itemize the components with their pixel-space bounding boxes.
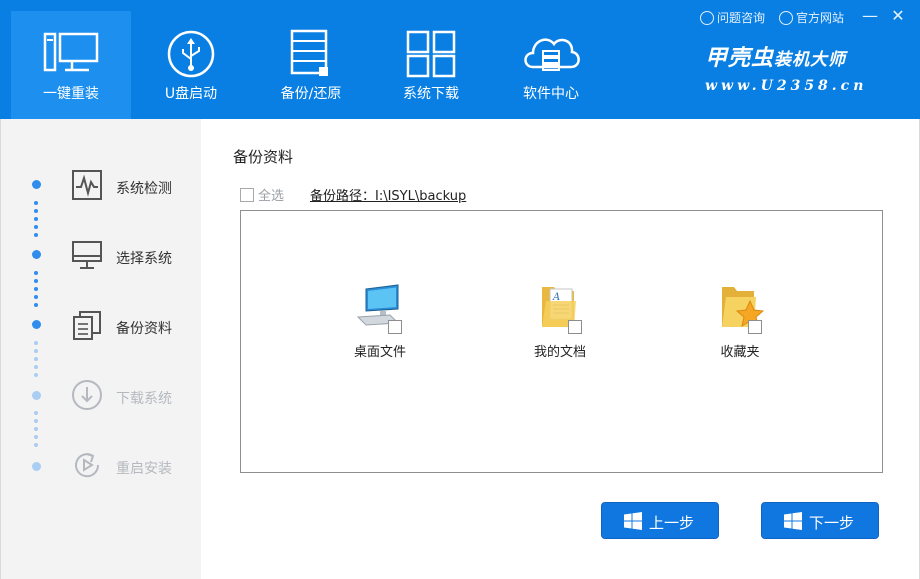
step-dot xyxy=(32,462,41,471)
step-select-system: 选择系统 xyxy=(71,239,191,275)
step-label: 下载系统 xyxy=(116,391,172,407)
page-title: 备份资料 xyxy=(233,148,294,166)
file-item-documents[interactable]: A 我的文档 xyxy=(510,283,610,363)
home-icon xyxy=(779,11,793,25)
track-dot xyxy=(34,419,38,423)
track-dot xyxy=(34,349,38,353)
step-label: 备份资料 xyxy=(116,321,172,337)
select-all-checkbox[interactable]: 全选 xyxy=(240,185,284,204)
windows-icon xyxy=(624,512,642,530)
tab-label: 系统下载 xyxy=(403,86,459,102)
track-dot xyxy=(34,225,38,229)
usb-icon xyxy=(167,30,215,78)
step-dot xyxy=(32,250,41,259)
tab-one-click-reinstall[interactable]: 一键重装 xyxy=(11,11,131,119)
file-item-desktop[interactable]: 桌面文件 xyxy=(330,283,430,363)
track-dot xyxy=(34,287,38,291)
brand-url: www.U2358.cn xyxy=(705,78,868,94)
documents-icon xyxy=(73,311,101,340)
step-backup-data: 备份资料 xyxy=(71,309,191,345)
tab-label: 一键重装 xyxy=(43,86,99,102)
tab-software-center[interactable]: 软件中心 xyxy=(491,11,611,119)
prev-step-button[interactable]: 上一步 xyxy=(601,502,719,539)
track-dot xyxy=(34,411,38,415)
header-bar: 一键重装 U盘启动 备份/还原 系统下载 软件中心 问题咨询 官方网站 — ✕ … xyxy=(0,0,920,119)
track-dot xyxy=(34,233,38,237)
site-label: 官方网站 xyxy=(796,11,845,25)
official-site-link[interactable]: 官方网站 xyxy=(779,9,844,26)
brand-logo: 甲壳虫装机大师 www.U2358.cn xyxy=(705,40,895,100)
track-dot xyxy=(34,373,38,377)
tab-label: 软件中心 xyxy=(523,86,579,102)
download-icon xyxy=(72,380,102,410)
file-checkbox[interactable] xyxy=(388,320,402,334)
track-dot xyxy=(34,271,38,275)
backup-path-link[interactable]: 备份路径：I:\ISYL\backup xyxy=(310,185,466,204)
track-dot xyxy=(34,209,38,213)
file-checkbox[interactable] xyxy=(748,320,762,334)
tab-label: 备份/还原 xyxy=(280,86,342,102)
file-label: 收藏夹 xyxy=(720,345,760,360)
next-step-label: 下一步 xyxy=(809,514,855,532)
tab-label: U盘启动 xyxy=(164,86,218,102)
desktop-icon xyxy=(72,241,102,269)
track-dot xyxy=(34,295,38,299)
file-list-box: 桌面文件 A 我的文档 收藏夹 xyxy=(240,210,883,473)
file-label: 桌面文件 xyxy=(353,345,406,360)
steps-sidebar: 系统检测 选择系统 备份资料 下载系统 重启安装 xyxy=(0,119,201,579)
windows-icon xyxy=(784,512,802,530)
monitor-icon xyxy=(43,32,99,72)
step-label: 重启安装 xyxy=(116,461,172,477)
step-dot xyxy=(32,391,41,400)
next-step-button[interactable]: 下一步 xyxy=(761,502,879,539)
track-dot xyxy=(34,357,38,361)
step-label: 选择系统 xyxy=(116,251,172,267)
headset-icon xyxy=(700,11,714,25)
help-link[interactable]: 问题咨询 xyxy=(700,9,765,26)
backup-icon xyxy=(290,29,328,76)
track-dot xyxy=(34,341,38,345)
tab-usb-boot[interactable]: U盘启动 xyxy=(131,11,251,119)
step-system-check: 系统检测 xyxy=(71,169,191,205)
file-item-favorites[interactable]: 收藏夹 xyxy=(690,283,790,363)
track-dot xyxy=(34,427,38,431)
tab-system-download[interactable]: 系统下载 xyxy=(371,11,491,119)
grid-icon xyxy=(406,30,456,78)
file-label: 我的文档 xyxy=(533,345,586,360)
track-dot xyxy=(34,435,38,439)
minimize-button[interactable]: — xyxy=(859,5,881,27)
restart-icon xyxy=(75,453,100,478)
track-dot xyxy=(34,303,38,307)
brand-title-main: 甲壳虫 xyxy=(705,45,775,71)
chart-icon xyxy=(72,170,102,200)
checkbox-box xyxy=(240,188,254,202)
help-label: 问题咨询 xyxy=(717,11,766,25)
select-all-label: 全选 xyxy=(258,189,285,204)
track-dot xyxy=(34,279,38,283)
brand-title-sub: 装机大师 xyxy=(774,50,847,70)
cloud-icon xyxy=(524,38,580,71)
close-button[interactable]: ✕ xyxy=(887,5,909,27)
step-dot xyxy=(32,180,41,189)
file-checkbox[interactable] xyxy=(568,320,582,334)
step-download-system: 下载系统 xyxy=(71,379,191,415)
main-panel: 备份资料 全选 备份路径：I:\ISYL\backup 桌面文件 A 我的文档 … xyxy=(201,119,920,579)
step-label: 系统检测 xyxy=(116,181,172,197)
step-restart-install: 重启安装 xyxy=(71,449,191,485)
track-dot xyxy=(34,443,38,447)
track-dot xyxy=(34,217,38,221)
tab-backup-restore[interactable]: 备份/还原 xyxy=(251,11,371,119)
prev-step-label: 上一步 xyxy=(649,514,695,532)
track-dot xyxy=(34,365,38,369)
step-dot xyxy=(32,320,41,329)
track-dot xyxy=(34,201,38,205)
brand-title: 甲壳虫装机大师 xyxy=(705,40,895,72)
